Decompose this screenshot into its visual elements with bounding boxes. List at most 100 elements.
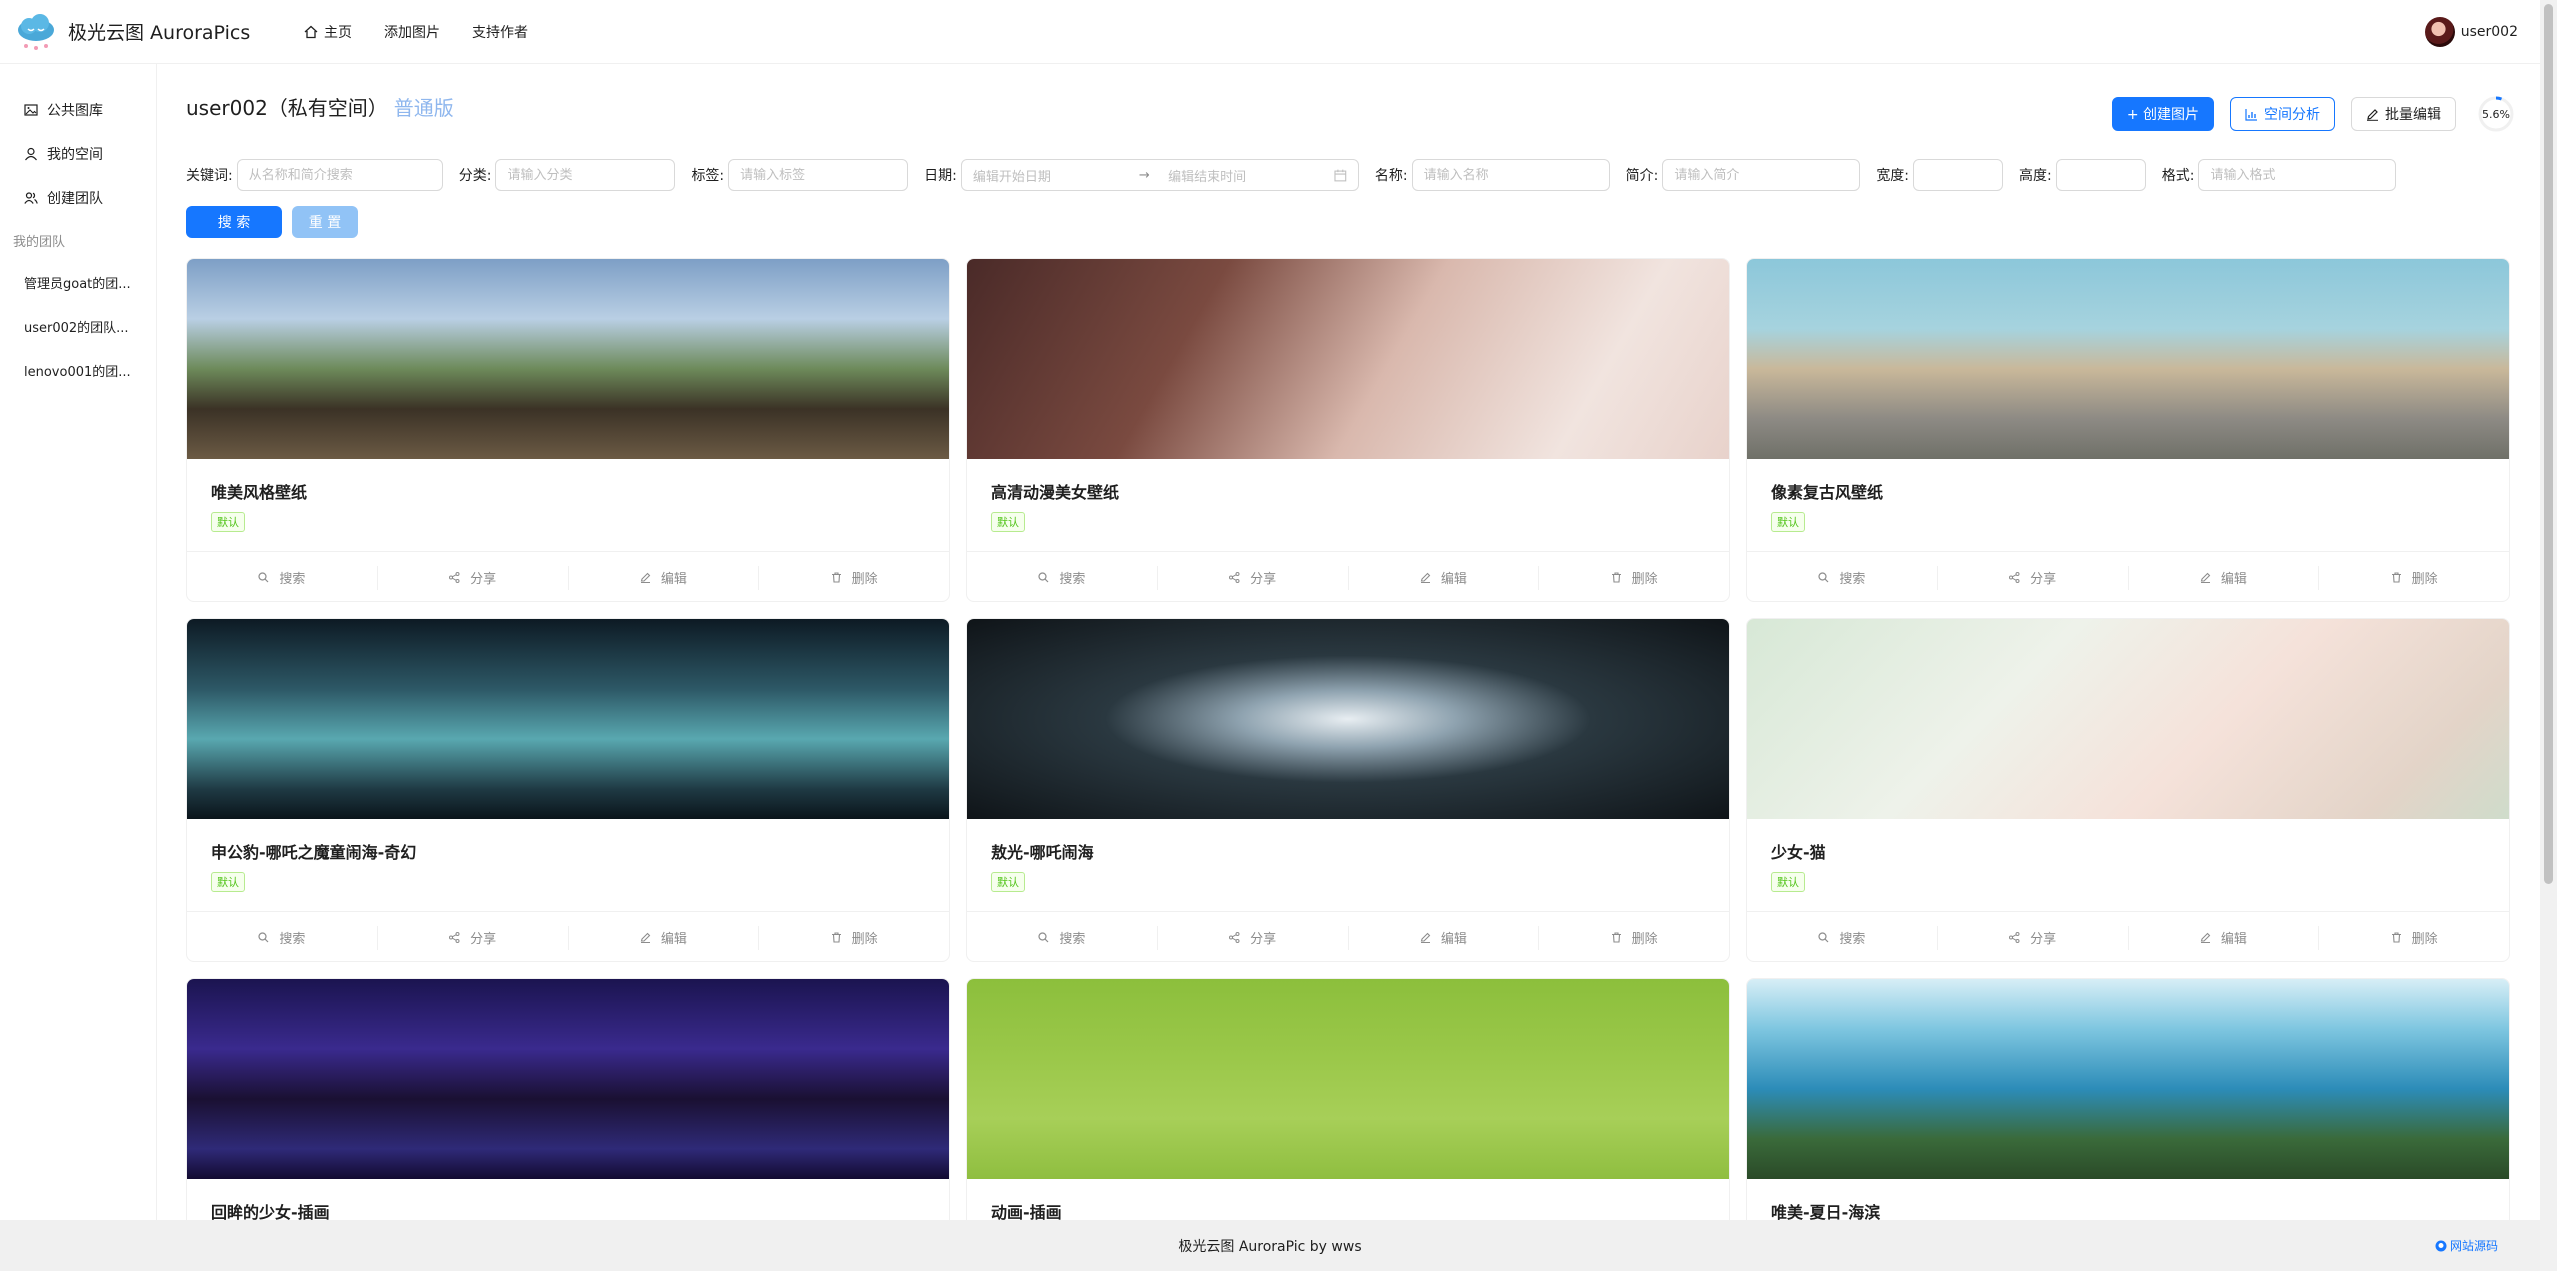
- delete-icon: [1611, 572, 1627, 583]
- card-edit-button[interactable]: 编辑: [569, 565, 760, 590]
- card-body: 像素复古风壁纸 默认: [1747, 459, 2509, 551]
- card-delete-button[interactable]: 删除: [1539, 566, 1729, 590]
- nav-support-author[interactable]: 支持作者: [472, 0, 528, 64]
- category-input[interactable]: [495, 159, 676, 191]
- format-input[interactable]: [2198, 159, 2397, 191]
- create-picture-button[interactable]: + 创建图片: [2111, 97, 2214, 131]
- user-icon: [25, 147, 37, 161]
- date-range-picker[interactable]: 编辑开始日期 → 编辑结束时间: [960, 159, 1359, 191]
- card-edit-label: 编辑: [1440, 572, 1467, 587]
- name-input[interactable]: [1411, 159, 1610, 191]
- card-edit-button[interactable]: 编辑: [569, 925, 760, 950]
- card-delete-label: 删除: [2411, 572, 2438, 587]
- card-search-button[interactable]: 搜索: [1747, 565, 1938, 590]
- picture-thumbnail[interactable]: [187, 619, 949, 819]
- card-search-button[interactable]: 搜索: [187, 565, 378, 590]
- team-icon: [24, 192, 38, 204]
- edit-icon: [2200, 572, 2216, 583]
- nav-add-picture[interactable]: 添加图片: [384, 0, 440, 64]
- picture-title: 唯美风格壁纸: [211, 483, 308, 502]
- card-search-button[interactable]: 搜索: [967, 925, 1158, 950]
- card-delete-label: 删除: [2411, 932, 2438, 947]
- picture-thumbnail[interactable]: [1747, 619, 2509, 819]
- search-button[interactable]: 搜 索: [186, 206, 282, 238]
- card-share-button[interactable]: 分享: [1938, 925, 2129, 950]
- share-icon: [2009, 572, 2025, 583]
- delete-icon: [2391, 572, 2407, 583]
- card-share-button[interactable]: 分享: [1158, 565, 1349, 590]
- picture-card[interactable]: 少女-猫 默认 搜索 分享 编辑 删除: [1746, 618, 2510, 962]
- picture-card[interactable]: 敖光-哪吒闹海 默认 搜索 分享 编辑 删除: [966, 618, 1730, 962]
- edit-icon: [1420, 932, 1436, 943]
- picture-thumbnail[interactable]: [187, 979, 949, 1179]
- card-search-button[interactable]: 搜索: [1747, 925, 1938, 950]
- edit-icon: [640, 932, 656, 943]
- sidebar-item-create-team[interactable]: 创建团队: [0, 176, 156, 220]
- picture-card[interactable]: 高清动漫美女壁纸 默认 搜索 分享 编辑 删除: [966, 258, 1730, 602]
- keyword-input[interactable]: [236, 159, 443, 191]
- card-delete-button[interactable]: 删除: [2319, 926, 2509, 950]
- card-delete-button[interactable]: 删除: [2319, 566, 2509, 590]
- picture-card[interactable]: 像素复古风壁纸 默认搜索 分享 编辑 删除: [1746, 258, 2510, 602]
- height-input[interactable]: [2055, 159, 2146, 191]
- vertical-scrollbar[interactable]: [2540, 0, 2557, 1271]
- card-delete-button[interactable]: 删除: [759, 926, 949, 950]
- delete-icon: [1611, 932, 1627, 943]
- sidebar-team-item[interactable]: 管理员goat的团...: [0, 260, 156, 304]
- footer-text: 极光云图 AuroraPic by wws: [1178, 1238, 1362, 1255]
- space-usage-progress: 5.6%: [2476, 94, 2516, 134]
- card-delete-button[interactable]: 删除: [759, 566, 949, 590]
- delete-icon: [831, 932, 847, 943]
- tag-input[interactable]: [728, 159, 909, 191]
- source-code-link[interactable]: 网站源码: [2435, 1237, 2498, 1254]
- calendar-icon: [1334, 169, 1347, 181]
- sidebar-team-item[interactable]: lenovo001的团...: [0, 348, 156, 392]
- card-share-button[interactable]: 分享: [1938, 565, 2129, 590]
- card-delete-button[interactable]: 删除: [1539, 926, 1729, 950]
- category-tag: 默认: [211, 512, 245, 532]
- picture-thumbnail[interactable]: [967, 979, 1729, 1179]
- batch-edit-button[interactable]: 批量编辑: [2351, 97, 2456, 131]
- card-share-button[interactable]: 分享: [378, 925, 569, 950]
- sidebar-item-public-gallery[interactable]: 公共图库: [0, 88, 156, 132]
- reset-button[interactable]: 重 置: [292, 206, 358, 238]
- edit-icon: [2200, 932, 2216, 943]
- card-edit-button[interactable]: 编辑: [1349, 565, 1540, 590]
- card-share-label: 分享: [470, 572, 497, 587]
- intro-input[interactable]: [1662, 159, 1861, 191]
- sidebar-item-my-space[interactable]: 我的空间: [0, 132, 156, 176]
- card-search-button[interactable]: 搜索: [187, 925, 378, 950]
- width-input[interactable]: [1913, 159, 2004, 191]
- picture-icon: [24, 104, 38, 116]
- picture-thumbnail[interactable]: [1747, 979, 2509, 1179]
- card-edit-button[interactable]: 编辑: [2129, 925, 2320, 950]
- card-edit-button[interactable]: 编辑: [2129, 565, 2320, 590]
- nav-home[interactable]: 主页: [304, 0, 352, 64]
- logo[interactable]: 极光云图 AuroraPics: [14, 12, 274, 52]
- avatar: [2424, 17, 2455, 47]
- user-menu[interactable]: user002: [2424, 0, 2518, 64]
- card-search-label: 搜索: [1059, 932, 1086, 947]
- picture-card[interactable]: 申公豹-哪吒之魔童闹海-奇幻 默认 搜索 分享 编辑 删除: [186, 618, 950, 962]
- picture-thumbnail[interactable]: [967, 259, 1729, 459]
- date-end-placeholder: 编辑结束时间: [1168, 169, 1247, 185]
- picture-card[interactable]: 唯美风格壁纸 默认搜索 分享 编辑 删除: [186, 258, 950, 602]
- picture-thumbnail[interactable]: [1747, 259, 2509, 459]
- sidebar-team-item[interactable]: user002的团队...: [0, 304, 156, 348]
- sidebar-item-label: 公共图库: [47, 103, 103, 119]
- card-body: 唯美风格壁纸 默认: [187, 459, 949, 551]
- picture-title: 敖光-哪吒闹海: [991, 843, 1094, 862]
- scrollbar-thumb[interactable]: [2544, 4, 2553, 884]
- source-code-link-label: 网站源码: [2449, 1239, 2498, 1253]
- card-actions: 搜索 分享 编辑 删除: [1747, 911, 2509, 961]
- picture-thumbnail[interactable]: [187, 259, 949, 459]
- card-share-button[interactable]: 分享: [378, 565, 569, 590]
- picture-thumbnail[interactable]: [967, 619, 1729, 819]
- space-analysis-button[interactable]: 空间分析: [2230, 97, 2335, 131]
- card-search-button[interactable]: 搜索: [967, 565, 1158, 590]
- card-edit-button[interactable]: 编辑: [1349, 925, 1540, 950]
- card-edit-label: 编辑: [660, 932, 687, 947]
- card-share-button[interactable]: 分享: [1158, 925, 1349, 950]
- username: user002: [2460, 24, 2518, 40]
- card-search-label: 搜索: [279, 572, 306, 587]
